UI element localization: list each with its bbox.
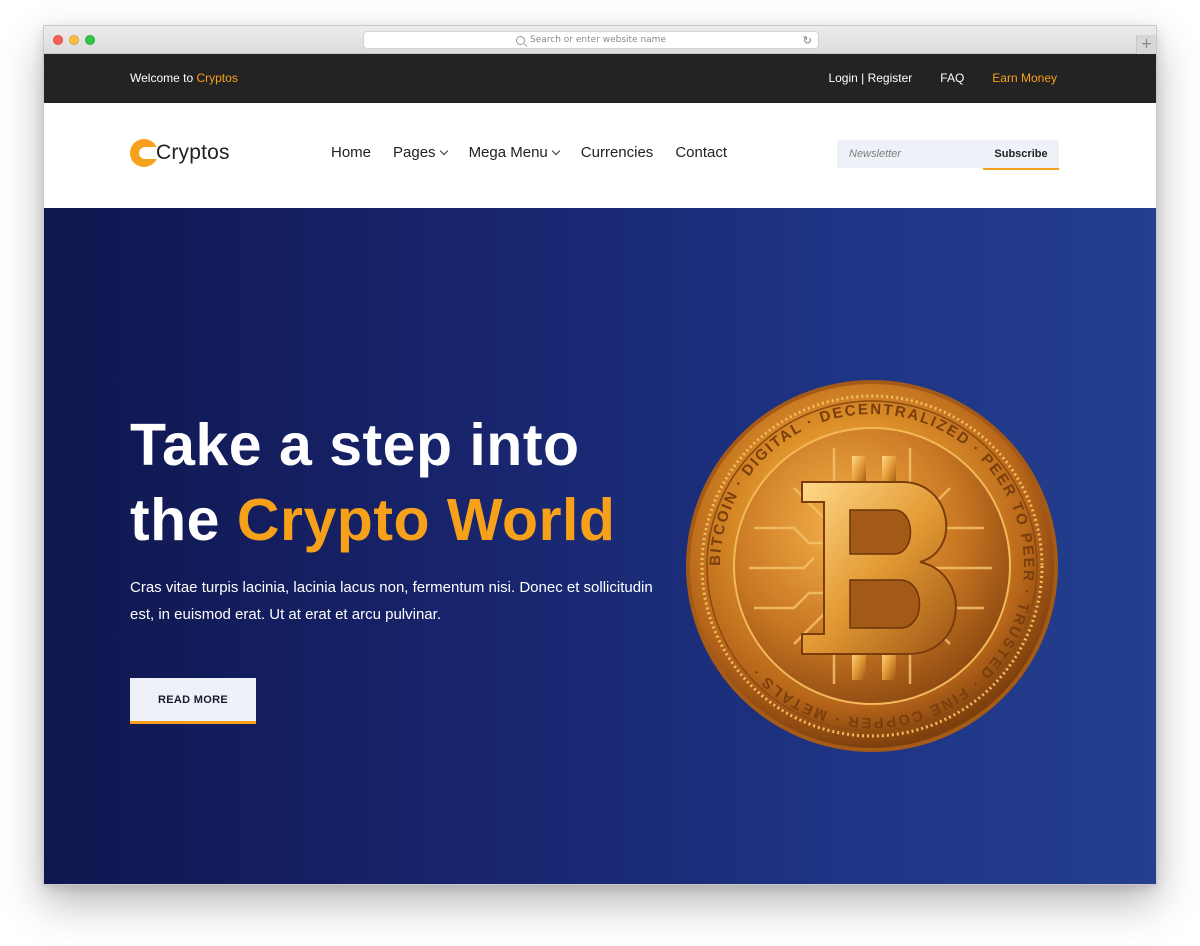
nav-label: Mega Menu — [468, 144, 548, 161]
faq-link[interactable]: FAQ — [940, 71, 964, 85]
browser-window: Search or enter website name ↻ + Welcome… — [43, 25, 1157, 885]
welcome-text: Welcome to Cryptos — [130, 71, 238, 85]
hero-section: Take a step into the Crypto World Cras v… — [44, 208, 1156, 884]
address-placeholder: Search or enter website name — [530, 35, 666, 45]
hero-description: Cras vitae turpis lacinia, lacinia lacus… — [130, 579, 653, 623]
chevron-down-icon — [551, 146, 561, 155]
main-nav: Home Pages Mega Menu Currencies Contact — [331, 144, 727, 161]
newsletter-form: Subscribe — [837, 140, 1059, 170]
nav-item-mega-menu[interactable]: Mega Menu — [468, 144, 561, 161]
address-bar[interactable]: Search or enter website name ↻ — [363, 31, 819, 49]
hero-title-line1: Take a step into — [130, 412, 580, 478]
minimize-window-button[interactable] — [69, 35, 79, 45]
nav-item-currencies[interactable]: Currencies — [581, 144, 654, 161]
nav-label: Pages — [393, 144, 436, 161]
nav-label: Contact — [675, 144, 728, 161]
search-icon — [516, 35, 526, 45]
chevron-down-icon — [439, 146, 448, 155]
login-register-link[interactable]: Login | Register — [828, 71, 912, 85]
nav-item-pages[interactable]: Pages — [393, 144, 448, 161]
hero-title-line2-prefix: the — [130, 487, 237, 553]
nav-item-contact[interactable]: Contact — [675, 144, 727, 161]
newsletter-input[interactable] — [837, 140, 983, 168]
new-tab-button[interactable]: + — [1136, 35, 1156, 54]
logo[interactable]: Cryptos — [130, 139, 230, 167]
nav-label: Currencies — [580, 144, 654, 161]
nav-item-home[interactable]: Home — [331, 144, 371, 161]
maximize-window-button[interactable] — [85, 35, 95, 45]
hero-title-accent: Crypto World — [236, 487, 616, 553]
read-more-button[interactable]: READ MORE — [130, 678, 256, 724]
nav-label: Home — [331, 144, 372, 161]
bitcoin-coin-icon: BITCOIN · DIGITAL · DECENTRALIZED · PEER… — [686, 380, 1058, 752]
welcome-brand: Cryptos — [196, 71, 238, 85]
hero-title: Take a step into the Crypto World — [130, 408, 615, 558]
welcome-prefix: Welcome to — [130, 71, 197, 85]
top-nav: Login | Register FAQ Earn Money — [828, 71, 1057, 85]
logo-mark-icon — [130, 139, 158, 167]
logo-text: Cryptos — [156, 141, 230, 164]
reload-icon[interactable]: ↻ — [803, 35, 812, 46]
close-window-button[interactable] — [53, 35, 63, 45]
subscribe-button[interactable]: Subscribe — [983, 140, 1059, 170]
browser-toolbar: Search or enter website name ↻ + — [44, 26, 1156, 54]
site-header: Cryptos Home Pages Mega Menu Currencies … — [44, 103, 1156, 208]
top-bar: Welcome to Cryptos Login | Register FAQ … — [44, 54, 1156, 103]
earn-money-link[interactable]: Earn Money — [992, 71, 1057, 85]
